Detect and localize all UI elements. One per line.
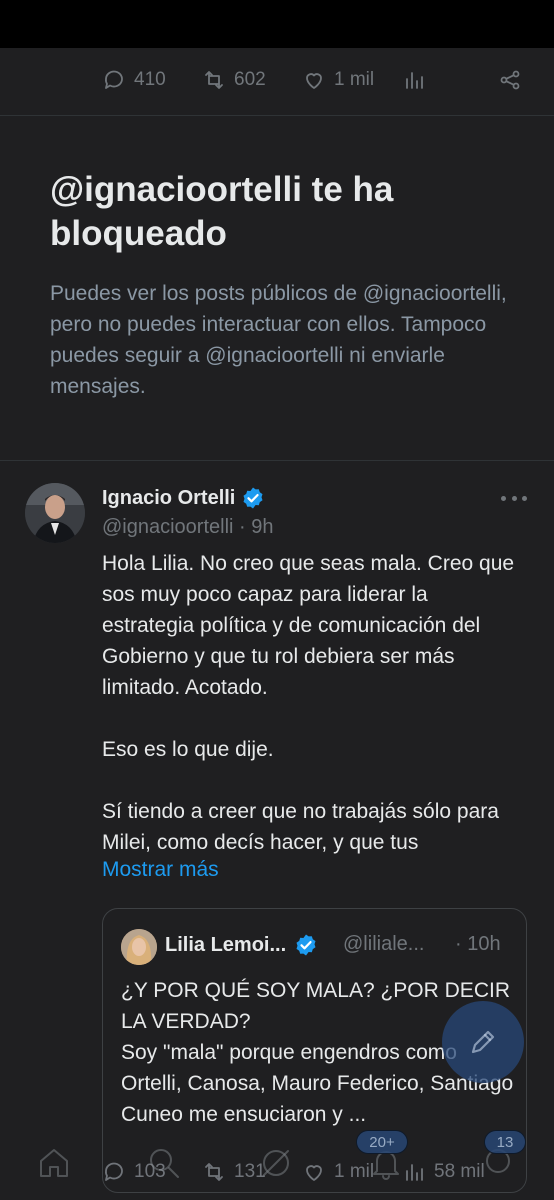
quote-author-name: Lilia Lemoi... xyxy=(165,933,287,956)
quote-author-avatar xyxy=(121,929,157,965)
like-count: 1 mil xyxy=(334,1161,375,1182)
heart-icon xyxy=(306,1165,322,1181)
blocked-title: @ignacioortelli te ha bloqueado xyxy=(50,170,394,253)
bar-chart-icon xyxy=(406,72,423,89)
quote-author-name-row: Lilia Lemoi... xyxy=(165,933,318,957)
verified-badge-icon xyxy=(296,934,316,956)
reply-icon xyxy=(105,1162,123,1181)
views-count: 58 mil xyxy=(434,1161,485,1182)
author-name-row[interactable]: Ignacio Ortelli xyxy=(102,486,265,510)
quote-like-action[interactable]: 1 mil xyxy=(302,1160,374,1184)
quote-reply-action[interactable]: 103 xyxy=(102,1160,166,1184)
reply-action[interactable]: 410 xyxy=(102,68,166,92)
reply-count: 103 xyxy=(134,1161,166,1182)
post-screen: 410 602 1 mil @ignacioortelli te ha bloq… xyxy=(0,48,554,1200)
repost-count: 131 xyxy=(234,1161,266,1182)
author-handle-line: @ignacioortelli · 9h xyxy=(102,516,274,538)
more-options-icon[interactable] xyxy=(498,486,530,510)
heart-icon xyxy=(306,73,322,89)
reply-count: 410 xyxy=(134,69,166,90)
notifications-badge: 20+ xyxy=(356,1130,408,1154)
like-count: 1 mil xyxy=(334,69,375,90)
author-handle: @ignacioortelli xyxy=(102,516,234,538)
show-more-link[interactable]: Mostrar más xyxy=(102,858,219,882)
author-name: Ignacio Ortelli xyxy=(102,486,236,509)
messages-badge: 13 xyxy=(484,1130,526,1154)
quote-author-handle: @liliale... xyxy=(343,933,425,955)
author-avatar[interactable] xyxy=(25,483,85,543)
quote-post-time: · 10h xyxy=(455,933,501,955)
divider xyxy=(0,460,554,461)
repost-action[interactable]: 602 xyxy=(202,68,266,92)
bar-chart-icon xyxy=(406,1164,423,1181)
repost-count: 602 xyxy=(234,69,266,90)
like-action[interactable]: 1 mil xyxy=(302,68,374,92)
blocked-description: Puedes ver los posts públicos de @ignaci… xyxy=(50,282,507,398)
repost-icon xyxy=(205,71,223,89)
share-icon xyxy=(500,70,520,90)
compose-icon xyxy=(471,1030,495,1054)
quote-repost-action[interactable]: 131 xyxy=(202,1160,266,1184)
divider xyxy=(0,115,554,116)
post-time: 9h xyxy=(251,516,274,538)
post-text: Hola Lilia. No creo que seas mala. Creo … xyxy=(102,552,515,854)
reply-icon xyxy=(105,70,123,89)
views-action[interactable] xyxy=(402,68,426,92)
status-bar xyxy=(0,0,554,48)
verified-badge-icon xyxy=(243,487,263,509)
home-icon[interactable] xyxy=(36,1145,72,1181)
quote-views-action[interactable]: 58 mil xyxy=(402,1160,485,1184)
repost-icon xyxy=(205,1163,223,1181)
compose-button[interactable] xyxy=(442,1001,524,1083)
share-action[interactable] xyxy=(498,68,522,92)
